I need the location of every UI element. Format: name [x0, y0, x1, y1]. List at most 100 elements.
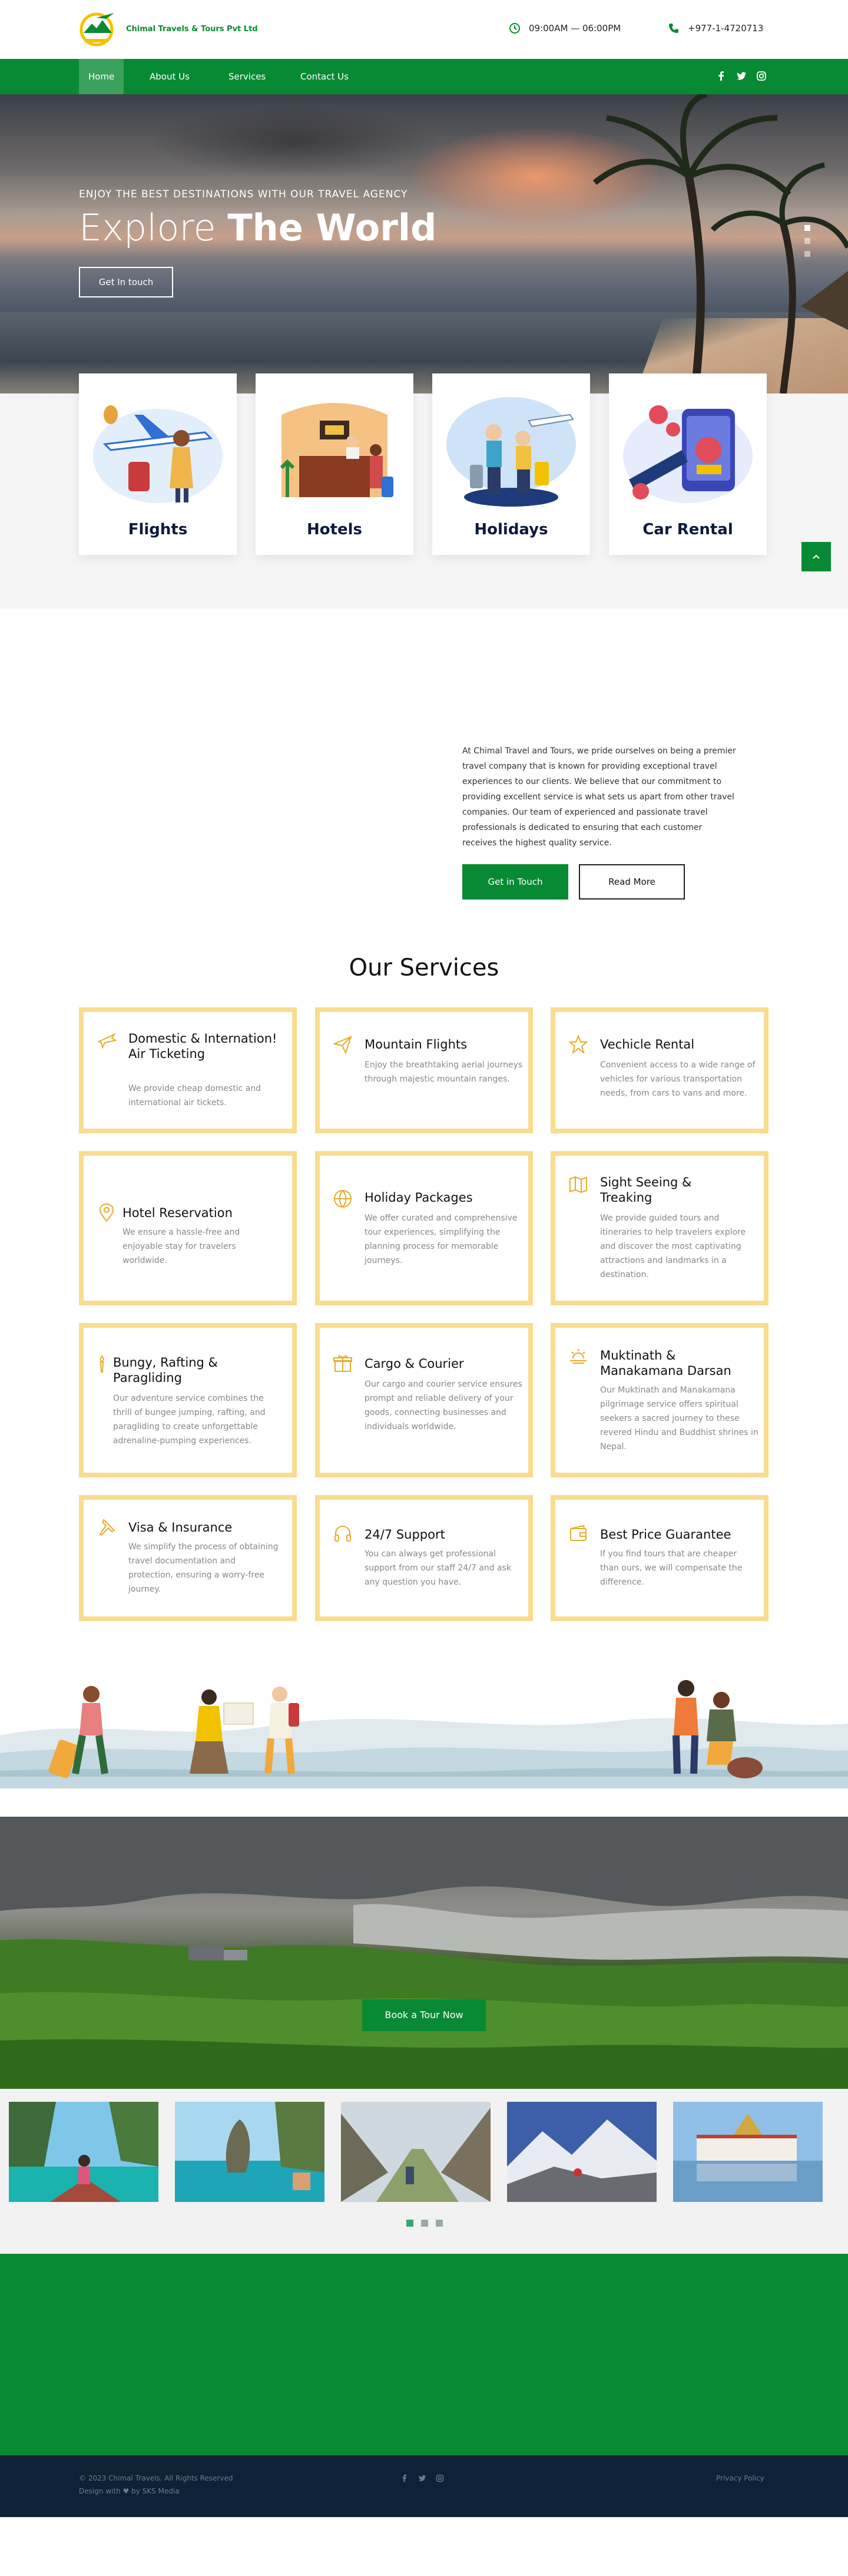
gallery-image-mountain-trail[interactable] [341, 2102, 491, 2202]
service-card-vehicle-rental[interactable]: Vechicle Rental Convenient access to a w… [551, 1007, 768, 1133]
gallery-dot[interactable] [436, 2220, 443, 2227]
lagoon-boat-photo [9, 2102, 158, 2202]
service-description: Our cargo and courier service ensures pr… [365, 1380, 522, 1431]
temple-photo [673, 2102, 823, 2202]
instagram-icon[interactable] [436, 2474, 444, 2482]
hero-slider-dots [804, 225, 810, 264]
service-title: Bungy, Rafting & Paragliding [113, 1355, 218, 1385]
privacy-policy-link[interactable]: Privacy Policy [716, 2474, 764, 2482]
service-card-air-ticketing[interactable]: Domestic & Internation! Air Ticketing We… [79, 1007, 297, 1133]
car-rental-illustration [623, 405, 753, 503]
map-icon [569, 1176, 587, 1193]
gallery-dot[interactable] [406, 2220, 413, 2227]
hero-get-in-touch-button[interactable]: Get In touch [79, 267, 173, 297]
hotels-illustration [280, 403, 393, 497]
rock-island-photo [175, 2102, 324, 2202]
service-title: Mountain Flights [365, 1037, 468, 1051]
service-description: We offer curated and comprehensive tour … [365, 1213, 518, 1265]
scroll-to-top-button[interactable] [801, 542, 831, 571]
service-title: Best Price Guarantee [600, 1527, 731, 1542]
logo-icon [80, 12, 114, 47]
phone-text: +977-1-4720713 [688, 23, 764, 34]
service-card-best-price[interactable]: Best Price Guarantee If you find tours t… [551, 1495, 768, 1621]
credit-text: Design with ♥ by SKS Media [79, 2487, 180, 2495]
facebook-icon[interactable] [716, 71, 727, 81]
globe-icon [334, 1190, 352, 1208]
book-a-tour-button[interactable]: Book a Tour Now [362, 1999, 486, 2031]
nav-services[interactable]: Services [219, 59, 275, 94]
pin-icon [99, 1519, 115, 1536]
paper-plane-icon [333, 1036, 352, 1054]
footer-copyright: © 2023 Chimal Travels. All Rights Reserv… [79, 2472, 233, 2498]
torch-icon [100, 1355, 104, 1373]
service-card-visa-insurance[interactable]: Visa & Insurance We simplify the process… [79, 1495, 297, 1621]
about-get-in-touch-button[interactable]: Get in Touch [462, 864, 568, 900]
hero-title: Explore The World [79, 206, 436, 249]
facebook-icon[interactable] [400, 2474, 409, 2482]
service-card-hotel-reservation[interactable]: Hotel Reservation We ensure a hassle-fre… [79, 1151, 297, 1305]
star-icon [568, 1034, 588, 1054]
gallery-image-lagoon-boat[interactable] [9, 2102, 158, 2202]
snow-peaks-photo [507, 2102, 657, 2202]
location-pin-icon [99, 1203, 114, 1222]
service-title: Visa & Insurance [128, 1520, 233, 1535]
nav-home[interactable]: Home [79, 59, 124, 94]
main-navigation: Home About Us Services Contact Us [0, 59, 848, 94]
service-title: Holiday Packages [365, 1191, 473, 1205]
nav-contact-us[interactable]: Contact Us [291, 59, 358, 94]
service-description: Our Muktinath and Manakamana pilgrimage … [600, 1385, 758, 1451]
service-title: Sight Seeing & Treaking [600, 1175, 692, 1205]
feature-card-flights[interactable]: Flights [79, 373, 237, 555]
slider-dot[interactable] [804, 251, 810, 257]
brand-name: Chimal Travels & Tours Pvt Ltd [126, 24, 258, 34]
mountain-trail-photo [341, 2102, 491, 2202]
read-more-button[interactable]: Read More [579, 864, 685, 900]
service-card-sight-seeing[interactable]: Sight Seeing & Treaking We provide guide… [551, 1151, 768, 1305]
service-card-holiday-packages[interactable]: Holiday Packages We offer curated and co… [315, 1151, 533, 1305]
service-description: You can always get professional support … [365, 1549, 511, 1587]
flights-illustration [93, 405, 223, 503]
chevron-up-icon [813, 554, 820, 559]
phone-contact[interactable]: +977-1-4720713 [668, 22, 763, 34]
slider-dot[interactable] [804, 238, 810, 244]
hero-title-bold: The World [227, 206, 437, 249]
hours-text: 09:00AM — 06:00PM [529, 23, 621, 34]
service-card-bungy-rafting[interactable]: Bungy, Rafting & Paragliding Our adventu… [79, 1323, 297, 1477]
brand-logo[interactable]: Chimal Travels & Tours Pvt Ltd [79, 9, 258, 48]
service-description: Convenient access to a wide range of veh… [600, 1060, 756, 1098]
gallery-image-temple[interactable] [673, 2102, 823, 2202]
clock-icon [509, 23, 520, 34]
service-title: Muktinath & Manakamana Darsan [600, 1348, 731, 1378]
gallery-pagination [406, 2218, 448, 2229]
feature-label-holidays: Holidays [474, 521, 548, 538]
copyright-text: © 2023 Chimal Travels. All Rights Reserv… [79, 2474, 233, 2482]
gallery-dot[interactable] [421, 2220, 429, 2227]
service-title: Cargo & Courier [365, 1357, 464, 1371]
nav-about-us[interactable]: About Us [140, 59, 199, 94]
feature-card-holidays[interactable]: Holidays [432, 373, 590, 555]
gallery-image-rock-island[interactable] [175, 2102, 324, 2202]
service-description: Enjoy the breathtaking aerial journeys t… [365, 1060, 523, 1084]
slider-dot[interactable] [804, 225, 810, 231]
twitter-icon[interactable] [418, 2474, 426, 2482]
wallet-icon [570, 1525, 587, 1541]
service-card-support[interactable]: 24/7 Support You can always get professi… [315, 1495, 533, 1621]
feature-label-car-rental: Car Rental [642, 521, 733, 538]
feature-label-flights: Flights [128, 521, 188, 538]
airplane-icon [97, 1033, 117, 1049]
hero-title-light: Explore [79, 206, 228, 249]
footer: © 2023 Chimal Travels. All Rights Reserv… [0, 2455, 848, 2517]
instagram-icon[interactable] [756, 71, 767, 81]
service-card-muktinath[interactable]: Muktinath & Manakamana Darsan Our Muktin… [551, 1323, 768, 1477]
feature-card-hotels[interactable]: Hotels [256, 373, 413, 555]
service-title: Hotel Reservation [122, 1206, 233, 1220]
hero-dark-cloud [147, 106, 442, 177]
hero-subtitle: ENJOY THE BEST DESTINATIONS WITH OUR TRA… [79, 189, 408, 200]
service-card-mountain-flights[interactable]: Mountain Flights Enjoy the breathtaking … [315, 1007, 533, 1133]
service-card-cargo-courier[interactable]: Cargo & Courier Our cargo and courier se… [315, 1323, 533, 1477]
top-header: Chimal Travels & Tours Pvt Ltd 09:00AM —… [0, 0, 848, 59]
twitter-icon[interactable] [736, 71, 747, 81]
gallery-image-snow-peaks[interactable] [507, 2102, 657, 2202]
service-description: If you find tours that are cheaper than … [600, 1549, 743, 1587]
feature-card-car-rental[interactable]: Car Rental [609, 373, 767, 555]
